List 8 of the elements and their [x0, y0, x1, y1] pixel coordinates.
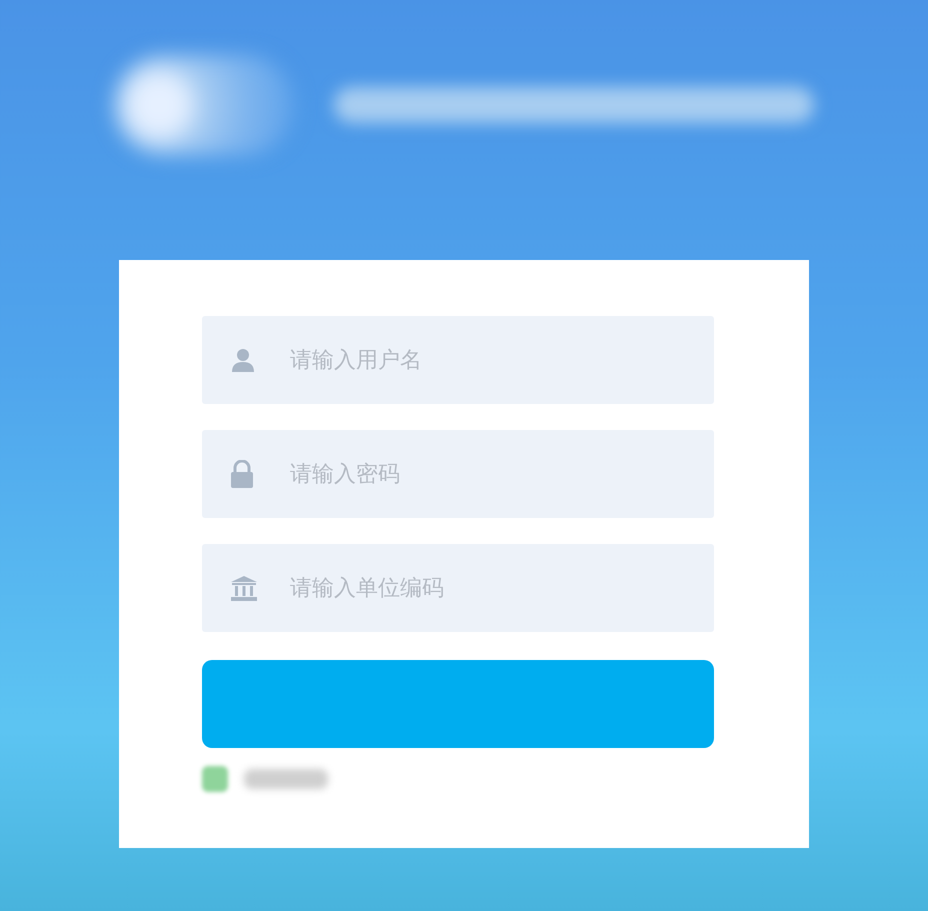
input-field[interactable]: 请输入单位编码 [202, 544, 714, 632]
user-icon [230, 347, 256, 373]
lock-icon [230, 460, 254, 488]
input-field[interactable]: 请输入用户名 [202, 316, 714, 404]
login-button[interactable] [202, 660, 714, 748]
input-field[interactable]: 请输入密码 [202, 430, 714, 518]
checkbox[interactable] [202, 766, 228, 792]
bank-icon [230, 575, 258, 601]
